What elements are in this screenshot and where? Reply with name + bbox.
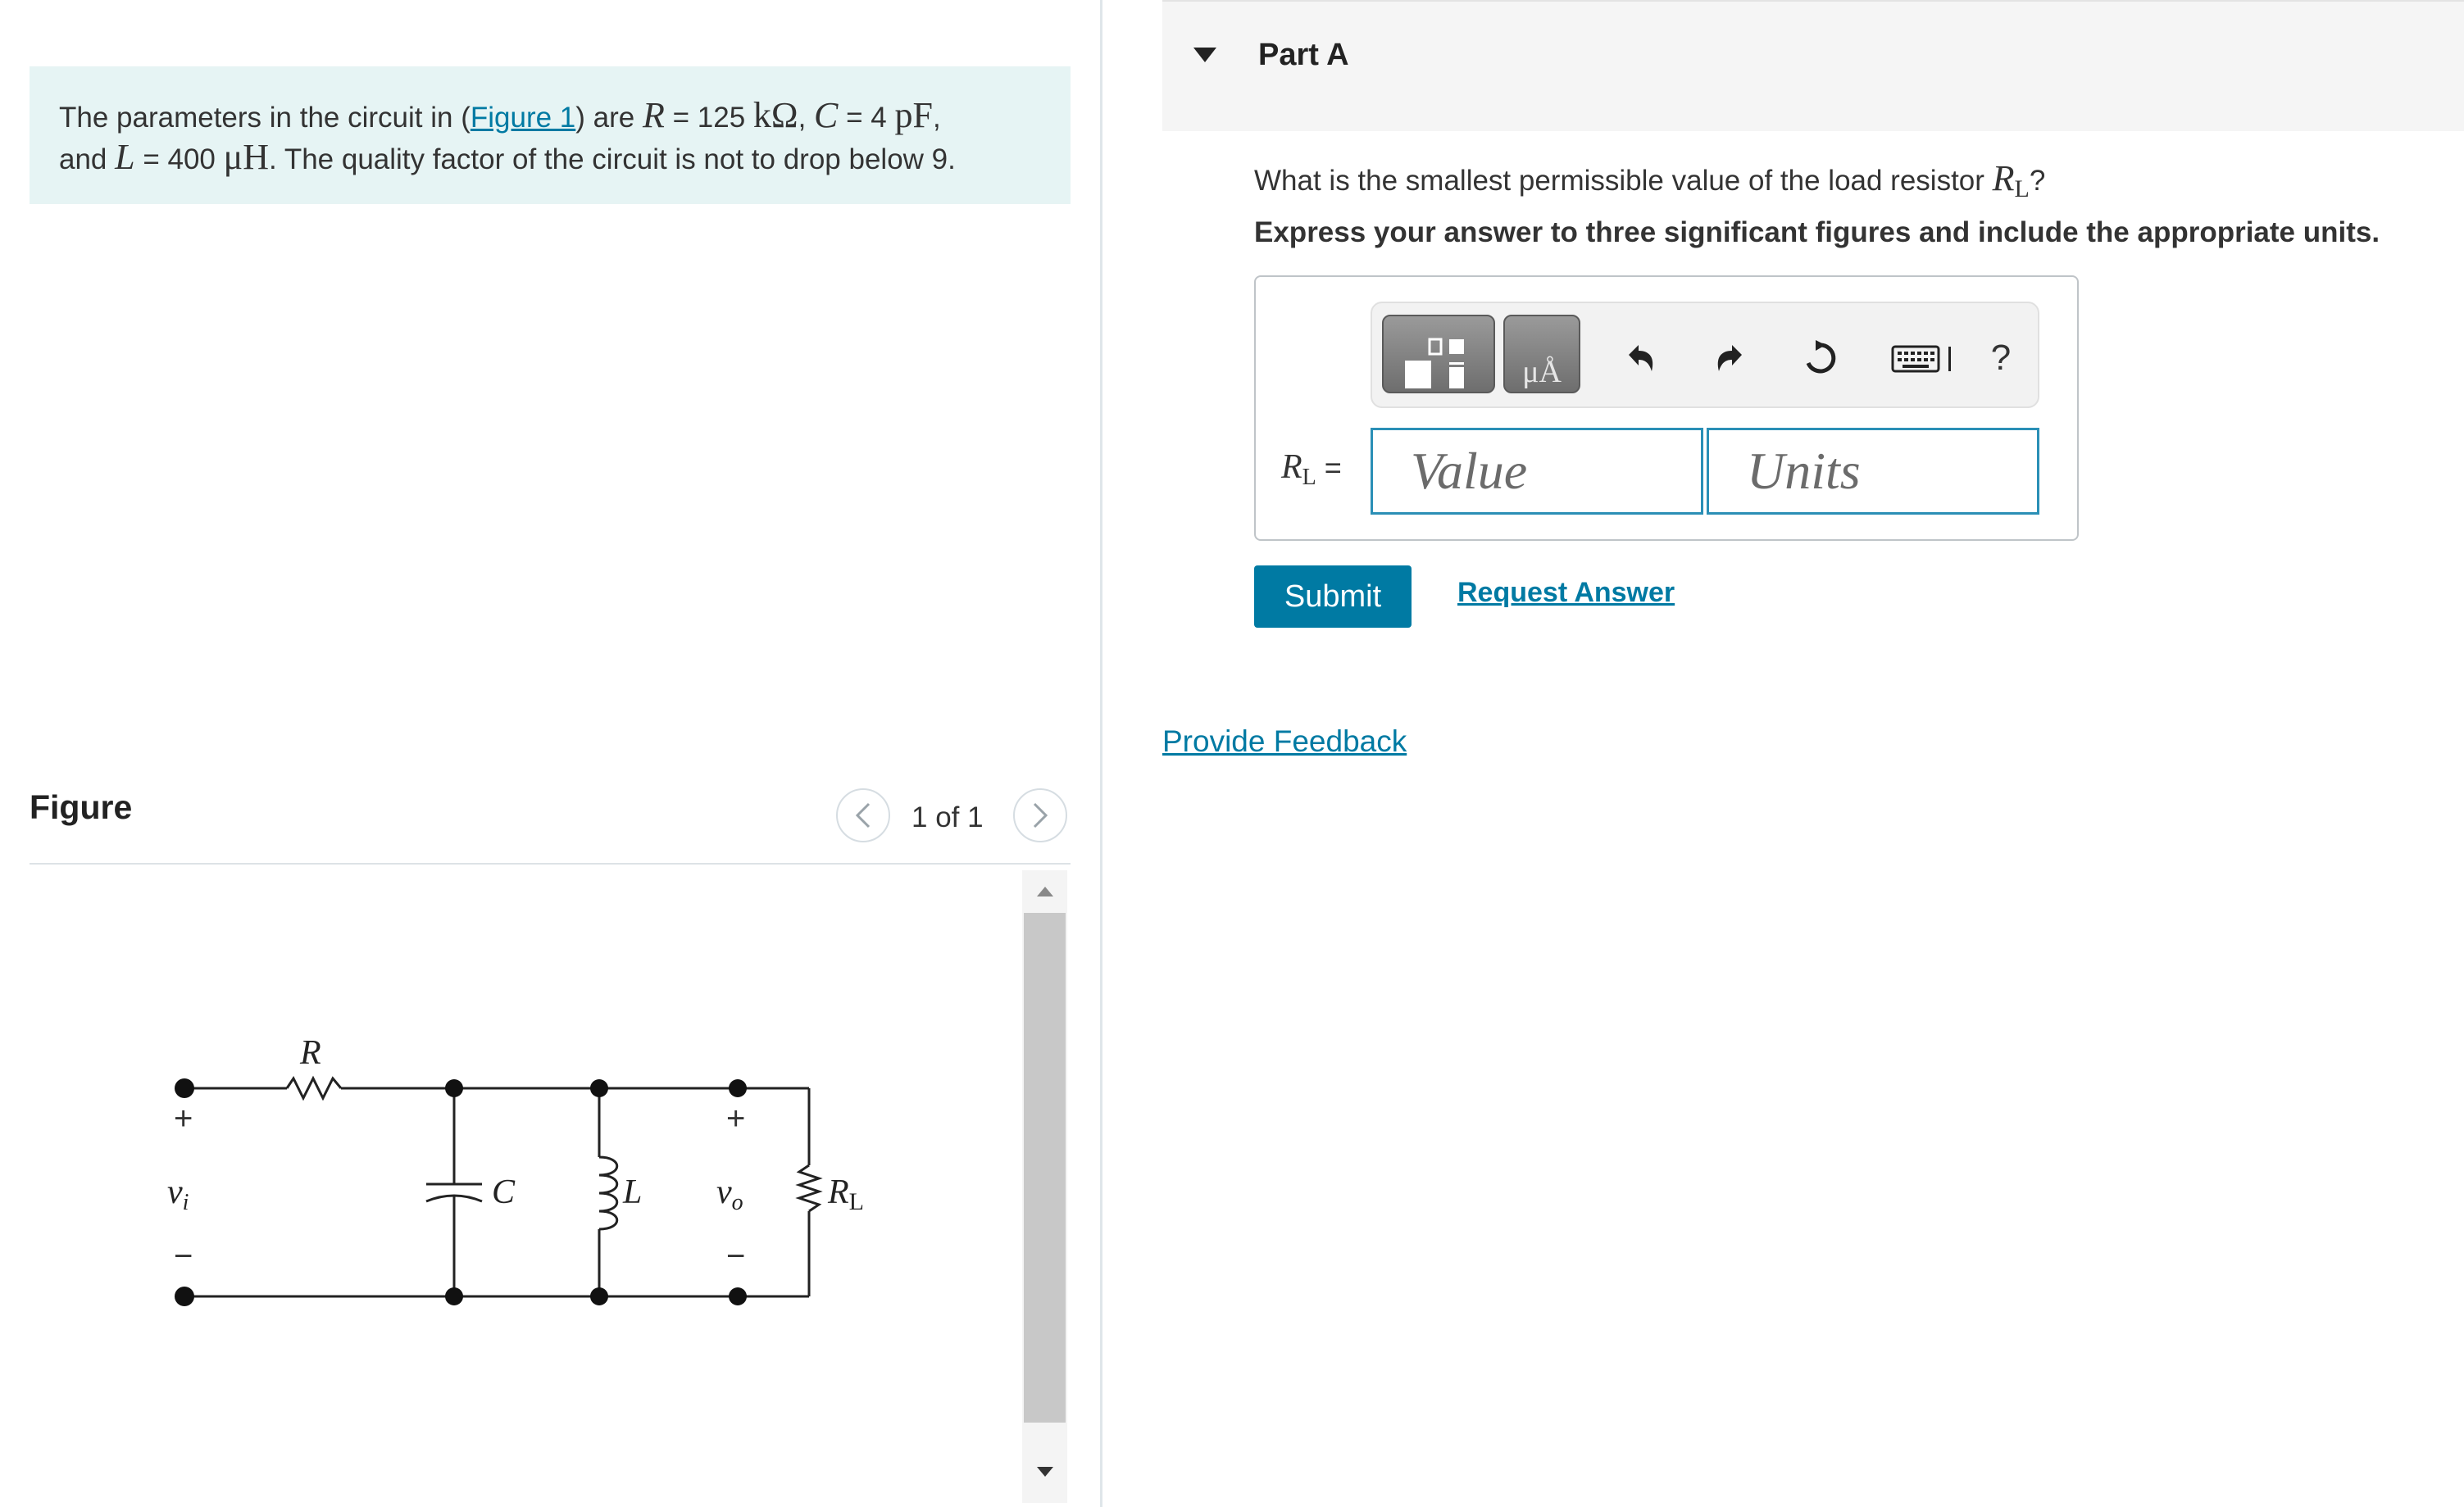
vi-minus-sign: − <box>174 1238 193 1274</box>
label-vi: vi <box>167 1173 189 1215</box>
chevron-left-icon <box>855 802 871 828</box>
question-end: ? <box>2029 165 2046 197</box>
triangle-up-icon <box>1036 887 1053 896</box>
problem-statement: The parameters in the circuit in (Figure… <box>30 66 1071 204</box>
help-icon[interactable]: ? <box>1979 336 2023 380</box>
junction-node <box>590 1079 608 1097</box>
scrollbar-thumb[interactable] <box>1024 913 1066 1423</box>
triangle-down-icon <box>1036 1467 1053 1477</box>
answer-symbol: R <box>1281 448 1302 486</box>
caret-down-icon[interactable] <box>1192 46 1218 64</box>
page-indicator: 1 of 1 <box>911 801 984 833</box>
label-vo: vo <box>716 1173 743 1215</box>
question-body: What is the smallest permissible value o… <box>1254 165 1993 197</box>
provide-feedback-link[interactable]: Provide Feedback <box>1162 724 1407 759</box>
resistor-r <box>285 1075 343 1101</box>
units-input[interactable]: Units <box>1707 428 2039 515</box>
junction-node <box>445 1287 463 1305</box>
vo-plus-sign: + <box>726 1101 745 1137</box>
figure-link[interactable]: Figure 1 <box>471 102 575 134</box>
value-input[interactable]: Value <box>1371 428 1703 515</box>
undo-icon[interactable] <box>1618 336 1662 380</box>
terminal-node <box>175 1078 194 1098</box>
previous-figure-button[interactable] <box>836 788 890 842</box>
question-symbol: R <box>1992 158 2015 198</box>
output-node <box>729 1079 747 1097</box>
inductor-l <box>598 1155 618 1231</box>
redo-icon[interactable] <box>1708 336 1753 380</box>
units-button[interactable]: μÅ <box>1503 315 1580 393</box>
intro-text: The parameters in the circuit in ( <box>59 102 471 134</box>
math-toolbar: μÅ ? <box>1371 302 2039 408</box>
panel-divider <box>1100 0 1102 1507</box>
intro-text: and <box>59 143 116 175</box>
left-panel: The parameters in the circuit in (Figure… <box>0 0 1100 1507</box>
reset-icon[interactable] <box>1798 336 1843 380</box>
c-unit: pF <box>894 95 933 135</box>
junction-node <box>445 1079 463 1097</box>
figure-title: Figure <box>30 788 133 826</box>
r-value: = 125 <box>664 102 753 134</box>
answer-instruction: Express your answer to three significant… <box>1254 216 2380 248</box>
c-value: = 4 <box>838 102 895 134</box>
question-text: What is the smallest permissible value o… <box>1254 157 2045 203</box>
units-icon: μÅ <box>1522 355 1562 389</box>
circuit-diagram: R C L RL vi vo + − + − <box>167 1034 864 1306</box>
l-unit: μH <box>223 137 269 177</box>
label-c: C <box>492 1173 516 1211</box>
c-symbol: C <box>814 95 839 135</box>
resistor-rl <box>795 1164 823 1213</box>
intro-text: ) are <box>575 102 643 134</box>
output-node <box>729 1287 747 1305</box>
label-l: L <box>622 1173 642 1211</box>
keyboard-icon[interactable] <box>1889 336 1962 380</box>
figure-divider <box>30 863 1071 865</box>
request-answer-link[interactable]: Request Answer <box>1457 577 1675 609</box>
scroll-up-button[interactable] <box>1022 870 1067 913</box>
label-r: R <box>299 1034 321 1072</box>
junction-node <box>590 1287 608 1305</box>
label-rl: RL <box>827 1173 864 1215</box>
answer-subscript: L <box>1302 465 1316 491</box>
answer-equals: = <box>1316 451 1342 484</box>
vo-minus-sign: − <box>726 1238 745 1274</box>
r-symbol: R <box>642 95 665 135</box>
part-header[interactable] <box>1162 0 2464 131</box>
vi-plus-sign: + <box>174 1101 193 1137</box>
chevron-right-icon <box>1033 802 1048 828</box>
scroll-down-button[interactable] <box>1022 1449 1067 1495</box>
templates-icon <box>1405 338 1464 388</box>
answer-label: RL = <box>1281 447 1342 491</box>
question-subscript: L <box>2014 175 2030 202</box>
part-title[interactable]: Part A <box>1258 38 1349 73</box>
l-symbol: L <box>115 137 135 177</box>
intro-text: . The quality factor of the circuit is n… <box>269 143 956 175</box>
separator: , <box>932 102 941 134</box>
l-value: = 400 <box>134 143 224 175</box>
next-figure-button[interactable] <box>1013 788 1067 842</box>
templates-button[interactable] <box>1382 315 1495 393</box>
submit-button[interactable]: Submit <box>1254 565 1412 628</box>
separator: , <box>798 102 815 134</box>
r-unit: kΩ <box>752 95 798 135</box>
terminal-node <box>175 1287 194 1306</box>
